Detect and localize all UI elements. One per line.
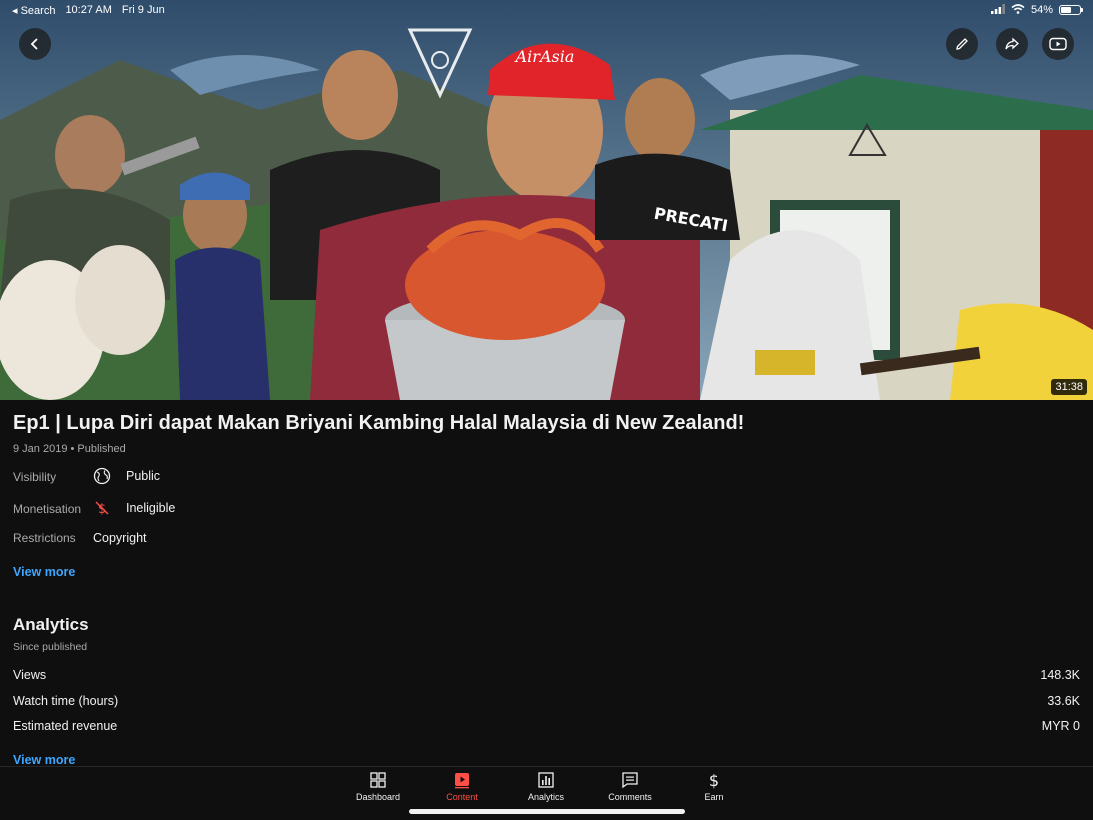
visibility-label: Visibility xyxy=(13,470,57,484)
visibility-value[interactable]: Public xyxy=(93,467,160,485)
dollar-icon: $ xyxy=(709,771,719,789)
meta-separator: • xyxy=(70,443,75,455)
publish-date: 9 Jan 2019 xyxy=(13,443,68,455)
video-thumbnail[interactable]: AirAsia PRECATI ◂ Search 10:27 AM Fri 9 … xyxy=(0,0,1093,400)
back-app-label: Search xyxy=(20,4,56,17)
nav-analytics[interactable]: Analytics xyxy=(511,771,581,802)
nav-analytics-label: Analytics xyxy=(527,792,564,802)
video-meta: 9 Jan 2019 • Published xyxy=(13,443,126,455)
svg-text:$: $ xyxy=(709,771,719,789)
youtube-play-icon xyxy=(1049,37,1067,51)
status-date: Fri 9 Jun xyxy=(121,4,165,16)
nav-earn[interactable]: $ Earn xyxy=(679,771,749,802)
comments-icon xyxy=(622,772,638,789)
dashboard-icon xyxy=(370,772,386,788)
nav-comments[interactable]: Comments xyxy=(595,771,665,802)
battery-icon xyxy=(1059,5,1083,15)
nav-earn-label: Earn xyxy=(704,792,724,802)
share-icon xyxy=(1005,37,1019,50)
restrictions-value[interactable]: Copyright xyxy=(93,531,147,545)
analytics-heading: Analytics xyxy=(13,615,89,634)
home-indicator[interactable] xyxy=(409,809,685,814)
watch-on-youtube-button[interactable] xyxy=(1042,28,1074,60)
stat-revenue-value: MYR 0 xyxy=(1041,719,1080,733)
stat-views-label: Views xyxy=(13,668,47,682)
back-to-app-link[interactable]: ◂ Search xyxy=(12,4,55,17)
nav-content[interactable]: Content xyxy=(427,771,497,802)
stat-views-value: 148.3K xyxy=(1040,668,1080,682)
content-icon xyxy=(455,773,469,789)
cap-logo: AirAsia xyxy=(514,47,575,66)
analytics-view-more-link[interactable]: View more xyxy=(13,753,75,767)
status-time: 10:27 AM xyxy=(65,4,112,16)
analytics-subtitle: Since published xyxy=(13,641,88,653)
pencil-icon xyxy=(956,38,968,50)
video-duration: 31:38 xyxy=(1051,379,1087,395)
nav-dashboard-label: Dashboard xyxy=(355,792,401,802)
monetisation-off-icon: $ xyxy=(95,501,109,517)
monetisation-label: Monetisation xyxy=(13,502,82,516)
video-details-screen: AirAsia PRECATI ◂ Search 10:27 AM Fri 9 … xyxy=(0,0,1093,820)
wifi-icon xyxy=(1011,3,1025,17)
thumbnail-artwork: AirAsia PRECATI xyxy=(0,0,1093,400)
signal-icon xyxy=(990,3,1005,17)
stat-watch-time-label: Watch time (hours) xyxy=(13,694,119,708)
analytics-icon xyxy=(538,772,554,788)
share-button[interactable] xyxy=(996,28,1028,60)
publish-status: Published xyxy=(77,443,126,455)
visibility-text: Public xyxy=(126,469,161,483)
nav-comments-label: Comments xyxy=(608,792,652,802)
status-bar: ◂ Search 10:27 AM Fri 9 Jun 54% xyxy=(0,0,1093,20)
monetisation-text: Ineligible xyxy=(126,501,176,515)
back-button[interactable] xyxy=(19,28,51,60)
monetisation-value[interactable]: $ Ineligible xyxy=(93,499,175,517)
nav-dashboard[interactable]: Dashboard xyxy=(343,771,413,802)
stat-watch-time-value: 33.6K xyxy=(1047,694,1080,708)
restrictions-text: Copyright xyxy=(93,531,147,545)
restrictions-label: Restrictions xyxy=(13,531,76,545)
globe-icon xyxy=(93,467,111,485)
battery-percent: 54% xyxy=(1030,4,1053,16)
video-title: Ep1 | Lupa Diri dapat Makan Briyani Kamb… xyxy=(13,412,745,434)
nav-content-label: Content xyxy=(446,792,478,802)
chevron-left-icon xyxy=(30,38,38,50)
edit-button[interactable] xyxy=(946,28,978,60)
stat-revenue-label: Estimated revenue xyxy=(13,719,118,733)
details-view-more-link[interactable]: View more xyxy=(13,565,75,579)
